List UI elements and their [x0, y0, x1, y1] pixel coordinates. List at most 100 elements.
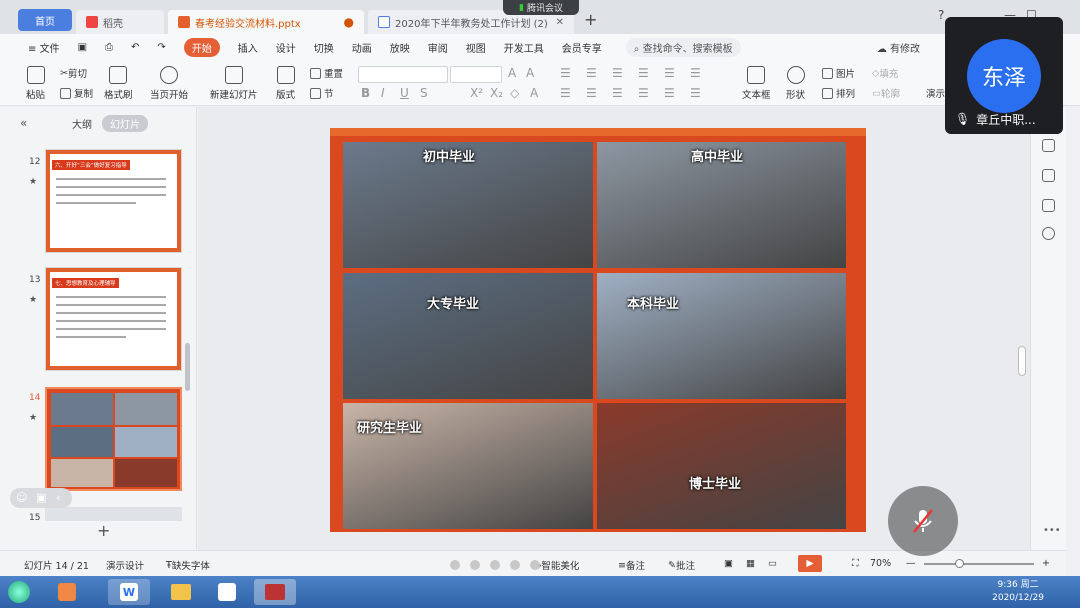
help-circle-icon[interactable] — [1042, 227, 1055, 240]
slide-thumb-15[interactable] — [45, 507, 182, 521]
help-icon[interactable]: ? — [938, 8, 944, 22]
font-color-icon[interactable]: A — [530, 86, 538, 100]
normal-view-icon[interactable]: ▣ — [724, 558, 733, 569]
textbox-button[interactable]: 文本框 — [742, 66, 771, 101]
layout-button[interactable]: 版式 — [276, 66, 295, 101]
zoom-in-icon[interactable]: + — [1042, 558, 1050, 569]
start-button[interactable] — [2, 579, 36, 605]
cut-button[interactable]: ✂ 剪切 — [60, 66, 87, 81]
picture-button[interactable]: 图片 — [822, 66, 855, 80]
text-direction-icon[interactable]: ☰ — [690, 66, 701, 80]
zoom-slider-thumb[interactable] — [955, 559, 964, 568]
menu-tab-transition[interactable]: 切换 — [314, 40, 334, 55]
mute-button[interactable] — [888, 486, 958, 556]
meeting-pill[interactable]: ▮ 腾讯会议 — [503, 0, 579, 15]
reading-view-icon[interactable]: ▭ — [768, 558, 777, 569]
numbering-icon[interactable]: ☰ — [586, 66, 597, 80]
slide-thumb-12[interactable]: 六、开好“三会”做好复习指导 — [45, 149, 182, 253]
menu-tab-animation[interactable]: 动画 — [352, 40, 372, 55]
italic-icon[interactable]: I — [381, 86, 385, 100]
play-slideshow-icon[interactable]: ▶ — [798, 555, 822, 572]
taskbar-app-meeting[interactable] — [206, 579, 248, 605]
play-from-current-button[interactable]: 当页开始 — [150, 66, 188, 101]
panel-tools[interactable]: ☺ ▣ ‹ — [10, 488, 72, 508]
settings-sliders-icon[interactable] — [1042, 139, 1055, 152]
copy-button[interactable]: 复制 — [60, 86, 93, 100]
font-family-select[interactable] — [358, 66, 448, 83]
columns-icon[interactable]: ☰ — [690, 86, 701, 100]
modified-indicator[interactable]: ☁ 有修改 — [877, 40, 920, 55]
superscript-icon[interactable]: X² — [470, 86, 483, 100]
more-icon[interactable]: ••• — [1043, 525, 1061, 536]
slide-thumb-13[interactable]: 七、思想教育及心理辅导 — [45, 267, 182, 371]
design-status[interactable]: 演示设计 — [106, 558, 144, 572]
emoji-icon[interactable]: ☺ — [16, 491, 27, 504]
tab-active-document[interactable]: 春考经验交流材料.pptx ● — [168, 10, 364, 34]
pin-icon[interactable] — [1042, 169, 1055, 182]
fit-window-icon[interactable]: ⛶ — [852, 558, 859, 569]
zoom-slider[interactable] — [924, 563, 1034, 565]
underline-icon[interactable]: U — [400, 86, 409, 100]
close-icon[interactable]: ✕ — [556, 17, 564, 28]
taskbar-app-browser[interactable] — [46, 579, 88, 605]
slides-tab[interactable]: 幻灯片 — [102, 114, 148, 132]
thumbnail-scrollbar[interactable] — [185, 343, 190, 391]
add-slide-button[interactable]: + — [97, 521, 110, 540]
slide-thumb-14-selected[interactable] — [45, 387, 182, 491]
canvas-scrollbar[interactable] — [1018, 346, 1026, 376]
outline-tab[interactable]: 大纲 — [72, 116, 92, 131]
notes-button[interactable]: ≡ 备注 — [618, 558, 645, 573]
indent-increase-icon[interactable]: ☰ — [638, 66, 649, 80]
font-decrease-icon[interactable]: A — [526, 66, 534, 80]
menu-tab-view[interactable]: 视图 — [466, 40, 486, 55]
menu-tab-design[interactable]: 设计 — [276, 40, 296, 55]
menu-tab-insert[interactable]: 插入 — [238, 40, 258, 55]
missing-font-button[interactable]: Ŧ 缺失字体 — [166, 558, 210, 573]
distribute-icon[interactable]: ☰ — [664, 86, 675, 100]
section-button[interactable]: 节 — [310, 86, 334, 100]
tab-home[interactable]: 首页 — [18, 9, 72, 31]
format-painter-button[interactable]: 格式刷 — [104, 66, 133, 101]
system-clock[interactable]: 9:36 周二 2020/12/29 — [992, 579, 1044, 605]
shape-button[interactable]: 形状 — [786, 66, 805, 101]
align-left-icon[interactable]: ☰ — [560, 86, 571, 100]
subscript-icon[interactable]: X₂ — [490, 86, 503, 100]
taskbar-app-explorer[interactable] — [160, 579, 202, 605]
chevron-left-icon[interactable]: ‹ — [56, 491, 60, 504]
meeting-video-tile[interactable]: 东泽 🎙 章丘中职... — [945, 17, 1063, 134]
justify-icon[interactable]: ☰ — [638, 86, 649, 100]
comments-button[interactable]: ✎ 批注 — [668, 558, 695, 573]
collapse-panel-icon[interactable]: « — [20, 116, 27, 130]
chat-icon[interactable]: ▣ — [36, 491, 46, 504]
taskbar-app-presentation[interactable] — [254, 579, 296, 605]
taskbar-app-wps[interactable]: W — [108, 579, 150, 605]
line-spacing-icon[interactable]: ☰ — [664, 66, 675, 80]
clear-format-icon[interactable]: ◇ — [510, 86, 519, 100]
reset-button[interactable]: 重置 — [310, 66, 343, 80]
fill-button[interactable]: ◇ 填充 — [872, 66, 898, 81]
align-center-icon[interactable]: ☰ — [586, 86, 597, 100]
undo-icon[interactable]: ↶ — [131, 42, 139, 53]
copy-pane-icon[interactable] — [1042, 199, 1055, 212]
new-tab-button[interactable]: + — [584, 10, 597, 29]
print-icon[interactable]: ⎙ — [105, 42, 113, 53]
font-size-select[interactable] — [450, 66, 502, 83]
strikethrough-icon[interactable]: S — [420, 86, 428, 100]
tab-daoke[interactable]: 稻壳 — [76, 10, 164, 34]
align-right-icon[interactable]: ☰ — [612, 86, 623, 100]
menu-file[interactable]: ≡ 文件 — [28, 40, 60, 55]
new-slide-button[interactable]: 新建幻灯片 — [210, 66, 258, 101]
bullets-icon[interactable]: ☰ — [560, 66, 571, 80]
menu-tab-member[interactable]: 会员专享 — [562, 40, 602, 55]
save-icon[interactable]: ▣ — [78, 42, 87, 53]
outline-button[interactable]: ▭ 轮廓 — [872, 86, 900, 101]
indent-decrease-icon[interactable]: ☰ — [612, 66, 623, 80]
redo-icon[interactable]: ↷ — [157, 42, 165, 53]
menu-tab-start[interactable]: 开始 — [183, 37, 220, 57]
menu-tab-developer[interactable]: 开发工具 — [504, 40, 544, 55]
font-increase-icon[interactable]: A — [508, 66, 516, 80]
present-button[interactable]: 演示 — [926, 86, 945, 100]
menu-tab-review[interactable]: 审阅 — [428, 40, 448, 55]
arrange-button[interactable]: 排列 — [822, 86, 855, 100]
current-slide[interactable]: 初中毕业 高中毕业 大专毕业 本科毕业 研究生毕业 博士毕业 — [330, 128, 866, 532]
